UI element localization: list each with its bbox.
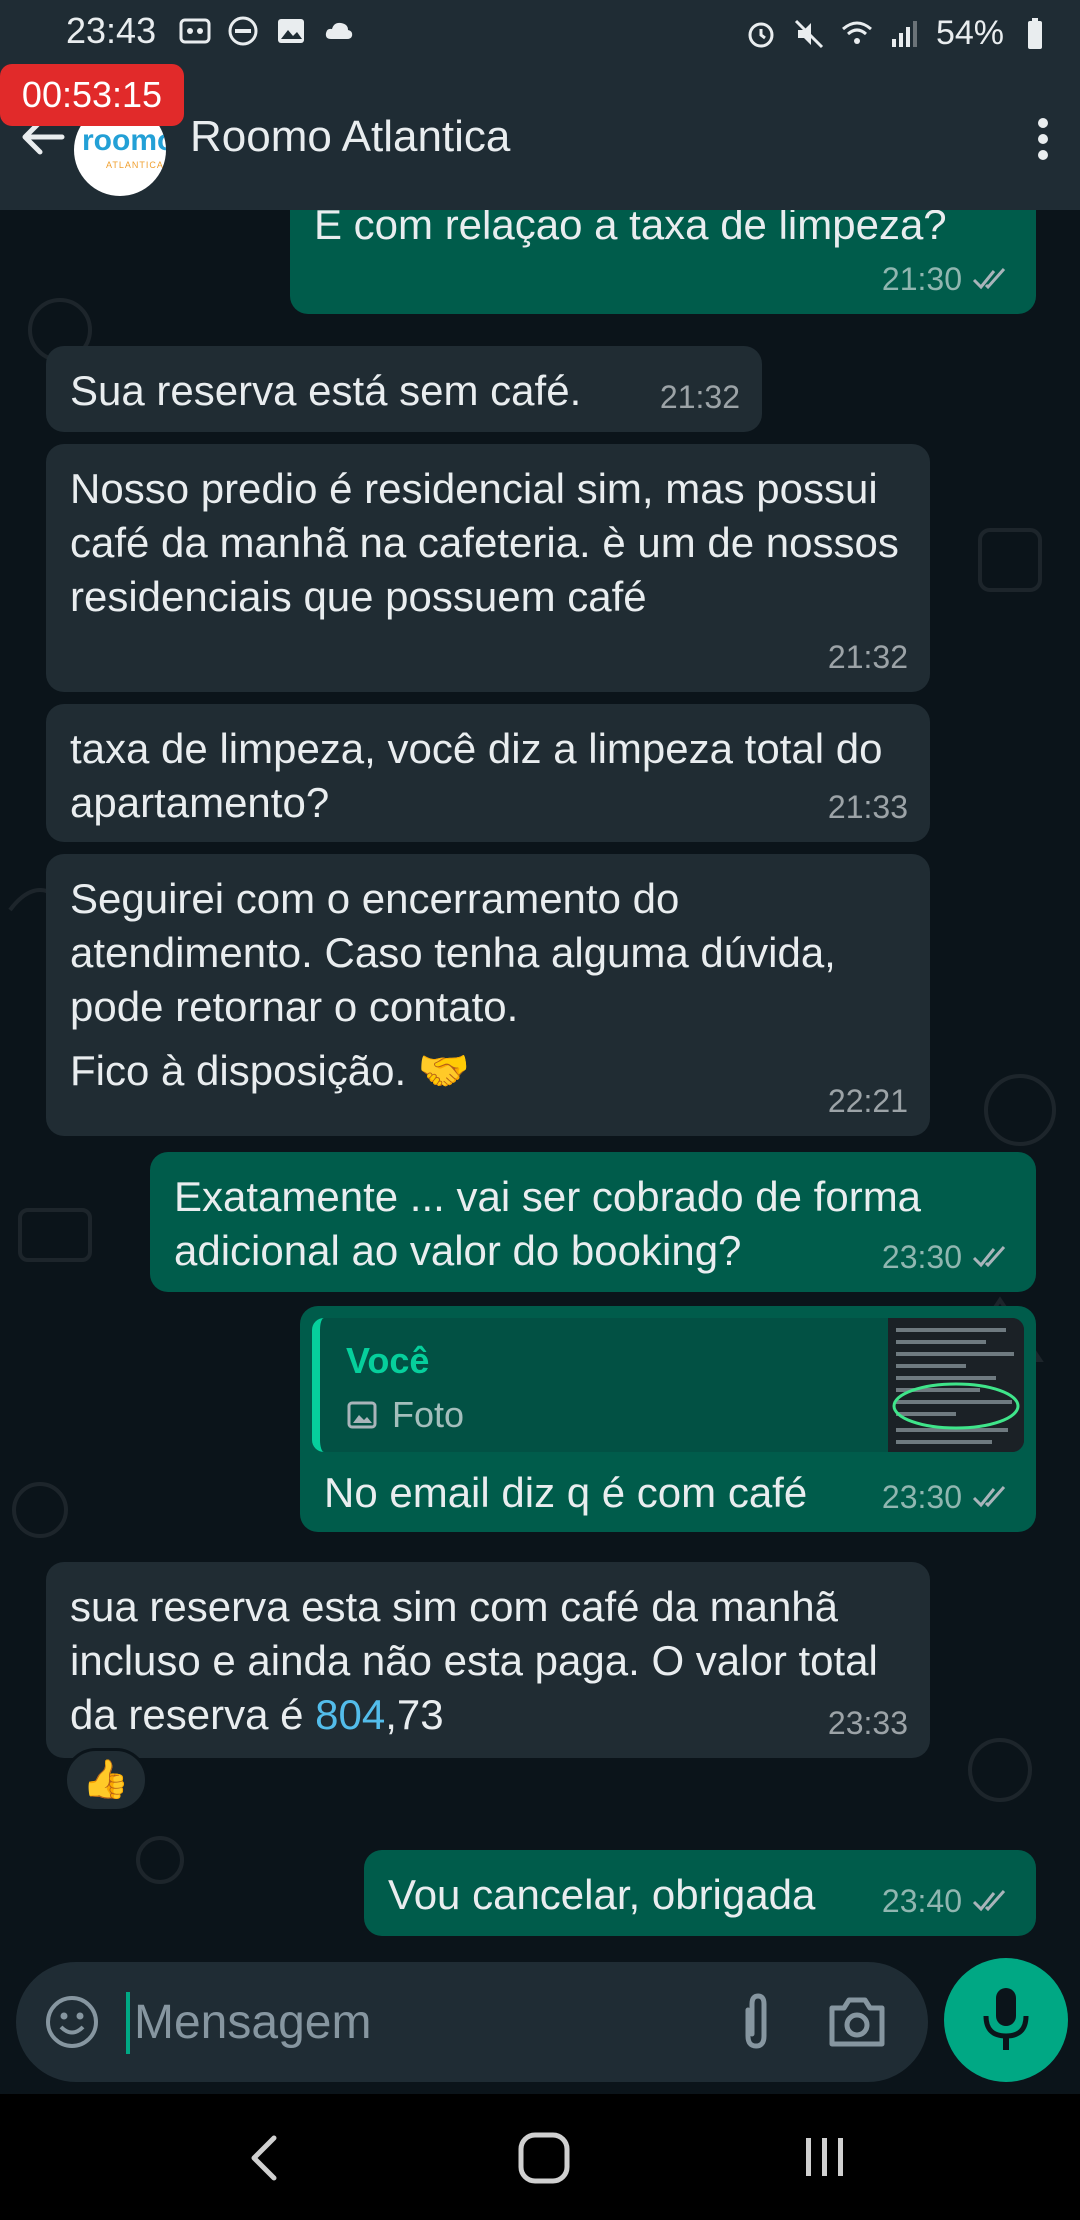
message-meta: 21:30 <box>882 252 1014 306</box>
message-meta: 23:30 <box>882 1470 1014 1524</box>
message-time: 21:30 <box>881 261 962 297</box>
wifi-icon <box>841 21 872 44</box>
gallery-icon <box>278 19 304 43</box>
chat-area[interactable]: E com relaçao a taxa de limpeza? 21:30 S… <box>0 210 1080 1950</box>
message-text: sua reserva esta sim com café da manhã i… <box>70 1583 878 1738</box>
message-time: 23:30 <box>881 1479 962 1515</box>
nav-back-icon[interactable] <box>240 2132 290 2184</box>
message-time: 21:33 <box>827 789 908 825</box>
message-text: Seguirei com o encerramento do atendimen… <box>70 875 836 1030</box>
message-incoming[interactable]: sua reserva esta sim com café da manhã i… <box>46 1562 930 1758</box>
status-time: 23:43 <box>66 10 157 51</box>
nav-recents-icon[interactable] <box>800 2132 850 2182</box>
read-receipt-icon <box>972 1486 1006 1508</box>
system-icons: 54% <box>744 14 1052 53</box>
message-text: Nosso predio é residencial sim, mas poss… <box>70 465 899 620</box>
message-outgoing[interactable]: Vou cancelar, obrigada 23:40 <box>364 1850 1036 1936</box>
read-receipt-icon <box>972 268 1006 290</box>
status-bar: 23:43 54% <box>0 0 1080 64</box>
battery-percent: 54% <box>935 14 1004 52</box>
mute-icon <box>794 19 823 48</box>
message-meta: 23:30 <box>882 1230 1014 1284</box>
quoted-message[interactable]: Você Foto <box>312 1318 1024 1452</box>
message-meta: 23:40 <box>882 1874 1014 1928</box>
message-input[interactable] <box>134 1986 694 2058</box>
message-text: No email diz q é com café <box>324 1469 808 1516</box>
do-not-disturb-icon <box>228 16 258 46</box>
message-composer <box>16 1962 928 2082</box>
message-time: 22:21 <box>827 1083 908 1119</box>
recording-timer: 00:53:15 <box>0 64 184 126</box>
message-time: 23:40 <box>881 1883 962 1919</box>
message-text: Sua reserva está sem café. <box>70 367 582 414</box>
system-navigation-bar <box>0 2094 1080 2220</box>
quote-type-label: Foto <box>392 1394 465 1435</box>
notification-icons <box>178 14 356 48</box>
message-time: 23:33 <box>827 1705 908 1741</box>
message-incoming[interactable]: Seguirei com o encerramento do atendimen… <box>46 854 930 1136</box>
text-cursor <box>126 1992 130 2054</box>
camera-icon[interactable] <box>826 1992 888 2052</box>
message-incoming[interactable]: Nosso predio é residencial sim, mas poss… <box>46 444 930 692</box>
read-receipt-icon <box>972 1246 1006 1268</box>
message-time: 21:32 <box>827 639 908 675</box>
avatar-logo-text: roomo <box>82 124 166 157</box>
message-incoming[interactable]: Sua reserva está sem café. 21:32 <box>46 346 762 432</box>
cloud-icon <box>325 22 353 39</box>
emoji-icon[interactable] <box>44 1994 100 2050</box>
message-text-second-paragraph: Fico à disposição. 🤝 <box>70 1047 471 1094</box>
message-outgoing[interactable]: Exatamente ... vai ser cobrado de forma … <box>150 1152 1036 1292</box>
message-text: Exatamente ... vai ser cobrado de forma … <box>174 1173 922 1274</box>
read-receipt-icon <box>972 1890 1006 1912</box>
message-outgoing-reply[interactable]: Você Foto No email diz q é com café 23:3… <box>300 1306 1036 1532</box>
message-text-after-link: ,73 <box>385 1691 444 1738</box>
microphone-icon <box>983 1988 1029 2050</box>
quote-type: Foto <box>346 1388 464 1442</box>
contact-name[interactable]: Roomo Atlantica <box>190 112 510 162</box>
nav-home-icon[interactable] <box>516 2130 572 2186</box>
voice-message-button[interactable] <box>944 1958 1068 2082</box>
battery-icon <box>1028 17 1042 49</box>
message-text: Vou cancelar, obrigada <box>388 1871 816 1918</box>
voicemail-icon <box>179 18 211 44</box>
message-outgoing[interactable]: E com relaçao a taxa de limpeza? 21:30 <box>290 210 1036 314</box>
message-text: E com relaçao a taxa de limpeza? <box>314 210 947 248</box>
quote-author: Você <box>346 1340 430 1381</box>
more-options-icon[interactable] <box>1036 116 1050 162</box>
alarm-icon <box>748 22 774 47</box>
quote-thumbnail-image <box>888 1318 1024 1452</box>
photo-icon <box>347 1401 377 1429</box>
reaction-badge[interactable]: 👍 <box>64 1748 148 1812</box>
message-link[interactable]: 804 <box>315 1691 385 1738</box>
message-time: 21:32 <box>659 379 740 415</box>
message-text: taxa de limpeza, você diz a limpeza tota… <box>70 725 883 826</box>
message-incoming[interactable]: taxa de limpeza, você diz a limpeza tota… <box>46 704 930 842</box>
signal-icon <box>891 20 917 47</box>
message-time: 23:30 <box>881 1239 962 1275</box>
avatar-logo-subtext: ATLANTICA <box>106 160 164 170</box>
attach-icon[interactable] <box>726 1990 786 2054</box>
